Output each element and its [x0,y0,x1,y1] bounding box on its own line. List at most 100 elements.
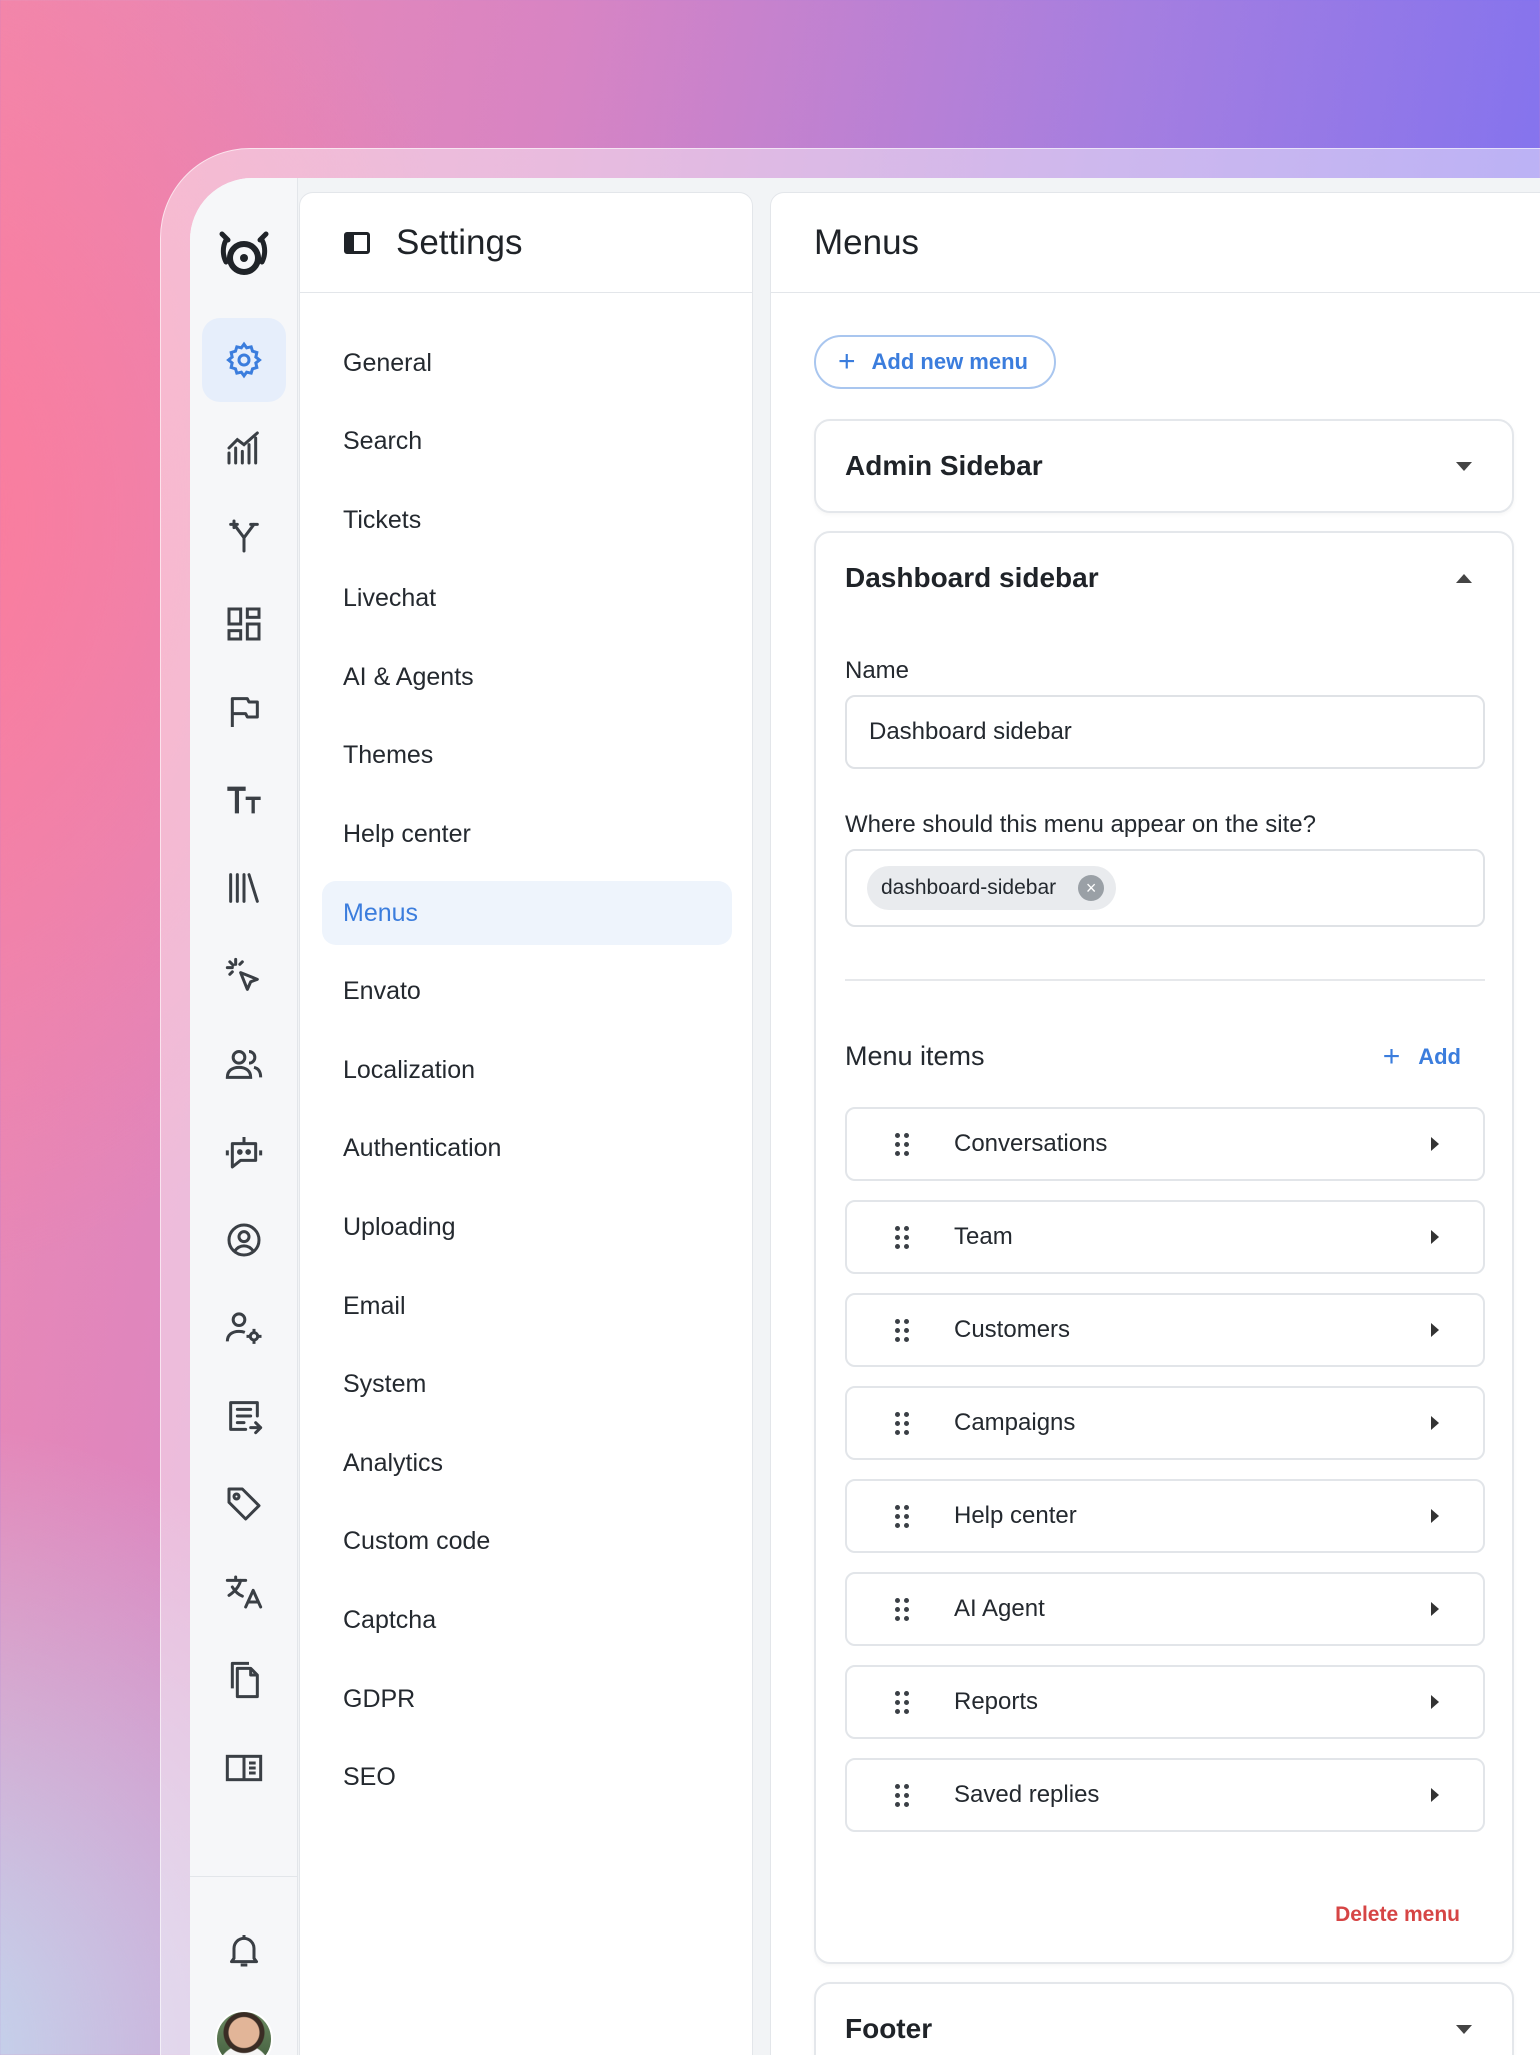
position-select[interactable]: dashboard-sidebar × [845,849,1485,927]
analytics-icon [227,431,259,465]
drag-handle-icon[interactable] [895,1411,909,1435]
delete-menu-button[interactable]: Delete menu [1335,1903,1460,1927]
menu-card-admin-sidebar: Admin Sidebar [814,419,1514,513]
rail-user-settings[interactable] [202,1286,286,1370]
menu-item-row[interactable]: Campaigns [845,1386,1485,1460]
icon-rail [190,178,298,2055]
nav-item-help-center[interactable]: Help center [322,803,732,867]
menu-item-row[interactable]: Team [845,1200,1485,1274]
nav-item-search[interactable]: Search [322,410,732,474]
menus-title: Menus [814,222,920,262]
nav-item-email[interactable]: Email [322,1274,732,1338]
rail-tag[interactable] [202,1462,286,1546]
chevron-right-icon[interactable] [1431,1230,1439,1244]
rail-translate[interactable] [202,1550,286,1634]
bell-icon [230,1935,258,1967]
settings-nav: General Search Tickets Livechat AI & Age… [322,331,732,1824]
rail-account[interactable] [202,1198,286,1282]
nav-item-ai-agents[interactable]: AI & Agents [322,645,732,709]
nav-item-system[interactable]: System [322,1353,732,1417]
rail-copy[interactable] [202,1638,286,1722]
add-new-menu-label: Add new menu [871,349,1028,374]
nav-item-envato[interactable]: Envato [322,960,732,1024]
click-icon [225,957,259,991]
reader-icon [225,1754,263,1782]
rail-dashboard[interactable] [202,582,286,666]
user-settings-icon [225,1312,262,1344]
nav-item-localization[interactable]: Localization [322,1038,732,1102]
rail-branch[interactable] [202,494,286,578]
drag-handle-icon[interactable] [895,1132,909,1156]
chevron-right-icon[interactable] [1431,1137,1439,1151]
nav-item-authentication[interactable]: Authentication [322,1117,732,1181]
rail-analytics[interactable] [202,406,286,490]
users-icon [225,1050,263,1079]
nav-item-uploading[interactable]: Uploading [322,1196,732,1260]
menu-item-row[interactable]: Saved replies [845,1758,1485,1832]
rail-review[interactable] [202,1374,286,1458]
add-new-menu-button[interactable]: + Add new menu [814,335,1056,389]
settings-header: Settings [300,193,752,293]
name-input[interactable] [845,695,1485,769]
drag-handle-icon[interactable] [895,1504,909,1528]
menus-header: Menus [771,193,1540,293]
drag-handle-icon[interactable] [895,1597,909,1621]
rail-reader[interactable] [202,1726,286,1810]
library-icon [229,873,259,903]
nav-item-livechat[interactable]: Livechat [322,567,732,631]
chevron-right-icon[interactable] [1431,1695,1439,1709]
rail-bot[interactable] [202,1110,286,1194]
rail-settings[interactable] [202,318,286,402]
add-menu-item-button[interactable]: + Add [1383,1041,1485,1072]
avatar[interactable] [215,2010,273,2055]
nav-item-seo[interactable]: SEO [322,1746,732,1810]
menu-item-row[interactable]: Reports [845,1665,1485,1739]
drag-handle-icon[interactable] [895,1318,909,1342]
menus-panel: Menus + Add new menu Admin Sidebar Dashb… [770,192,1540,2055]
nav-item-captcha[interactable]: Captcha [322,1589,732,1653]
menu-item-label: AI Agent [954,1595,1045,1622]
rail-library[interactable] [202,846,286,930]
chevron-right-icon[interactable] [1431,1602,1439,1616]
menu-item-row[interactable]: Customers [845,1293,1485,1367]
nav-item-analytics[interactable]: Analytics [322,1431,732,1495]
menu-item-label: Saved replies [954,1781,1100,1808]
add-menu-item-label: Add [1418,1043,1461,1069]
rail-typography[interactable] [202,758,286,842]
nav-item-custom-code[interactable]: Custom code [322,1510,732,1574]
sidebar-toggle-icon[interactable] [344,231,370,254]
nav-item-menus[interactable]: Menus [322,881,732,946]
position-label: Where should this menu appear on the sit… [845,811,1316,838]
rail-flag[interactable] [202,670,286,754]
rail-divider [190,1876,298,1877]
chevron-right-icon[interactable] [1431,1788,1439,1802]
nav-item-tickets[interactable]: Tickets [322,488,732,552]
rail-notifications[interactable] [202,1908,286,1992]
nav-item-general[interactable]: General [322,331,732,395]
nav-item-gdpr[interactable]: GDPR [322,1667,732,1731]
drag-handle-icon[interactable] [895,1225,909,1249]
drag-handle-icon[interactable] [895,1690,909,1714]
rail-users[interactable] [202,1022,286,1106]
app-window: Settings General Search Tickets Livechat… [190,178,1540,2055]
rail-click[interactable] [202,934,286,1018]
nav-item-themes[interactable]: Themes [322,724,732,788]
menu-item-row[interactable]: AI Agent [845,1572,1485,1646]
menu-item-row[interactable]: Conversations [845,1107,1485,1181]
menu-item-label: Team [954,1223,1013,1250]
chevron-right-icon[interactable] [1431,1323,1439,1337]
remove-chip-icon[interactable]: × [1078,875,1105,901]
chevron-right-icon[interactable] [1431,1416,1439,1430]
menu-item-row[interactable]: Help center [845,1479,1485,1553]
chevron-right-icon[interactable] [1431,1509,1439,1523]
menu-card-title: Footer [845,2013,933,2044]
settings-title: Settings [396,222,523,262]
drag-handle-icon[interactable] [895,1783,909,1807]
menu-card-header[interactable]: Dashboard sidebar [816,533,1512,623]
menu-card-header[interactable]: Admin Sidebar [816,421,1512,511]
logo-icon[interactable] [212,222,276,286]
menu-item-label: Campaigns [954,1409,1076,1436]
bot-icon [225,1137,263,1169]
menu-card-header[interactable]: Footer [816,1984,1512,2055]
position-chip: dashboard-sidebar × [867,866,1117,910]
